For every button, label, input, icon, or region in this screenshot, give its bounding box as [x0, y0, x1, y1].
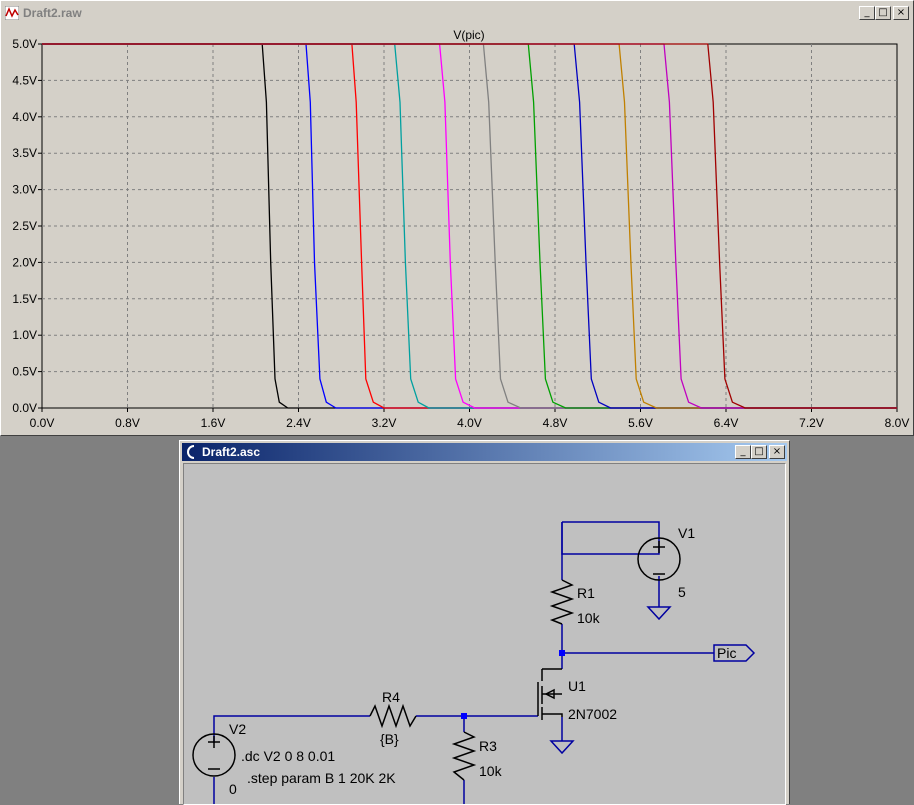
maximize-button[interactable]: □ — [751, 445, 767, 459]
x-tick-label: 2.4V — [286, 416, 311, 430]
x-tick-label: 0.8V — [115, 416, 140, 430]
y-tick-label: 1.0V — [12, 328, 37, 342]
waveform-plot[interactable]: V(pic) 0.0V 0.8V 1.6V 2.4V 3.2V 4.0V 4.8V 5.6V 6… — [1, 25, 913, 435]
u1-name[interactable]: U1 — [568, 678, 586, 694]
voltage-source-v1[interactable] — [637, 537, 681, 581]
y-tick-label: 2.5V — [12, 219, 37, 233]
plot-window-title: Draft2.raw — [23, 6, 82, 20]
u1-value[interactable]: 2N7002 — [568, 706, 617, 722]
maximize-button[interactable]: □ — [875, 6, 891, 20]
minimize-button[interactable]: _ — [735, 445, 751, 459]
ground-mosfet — [549, 740, 575, 755]
step-directive[interactable]: .step param B 1 20K 2K — [247, 770, 396, 786]
schematic-canvas[interactable]: V1 5 R1 10k U1 2N7002 R4 {B} R3 10k V2 0… — [183, 463, 786, 805]
y-tick-label: 5.0V — [12, 37, 37, 51]
waveform-app-icon — [5, 6, 19, 20]
schematic-window-title: Draft2.asc — [202, 445, 261, 459]
y-tick-label: 1.5V — [12, 292, 37, 306]
x-tick-label: 7.2V — [799, 416, 824, 430]
close-button[interactable]: × — [769, 445, 785, 459]
y-tick-label: 3.0V — [12, 183, 37, 197]
trace-label[interactable]: V(pic) — [453, 28, 484, 42]
y-tick-label: 0.0V — [12, 401, 37, 415]
y-tick-label: 3.5V — [12, 146, 37, 160]
v2-value[interactable]: 0 — [229, 781, 237, 797]
schematic-window-titlebar[interactable]: Draft2.asc — [182, 443, 787, 461]
x-tick-label: 4.8V — [543, 416, 568, 430]
y-tick-label: 4.5V — [12, 73, 37, 87]
junction-gate — [461, 713, 467, 719]
ground-v1 — [646, 606, 672, 621]
r3-name[interactable]: R3 — [479, 738, 497, 754]
x-tick-label: 8.0V — [885, 416, 910, 430]
voltage-source-v2[interactable] — [192, 733, 236, 777]
net-label-pic[interactable]: Pic — [717, 645, 736, 661]
y-tick-label: 4.0V — [12, 110, 37, 124]
plot-window-titlebar[interactable]: Draft2.raw — [3, 4, 911, 22]
resistor-r3[interactable] — [451, 731, 477, 781]
x-tick-label: 1.6V — [201, 416, 226, 430]
r3-value[interactable]: 10k — [479, 763, 503, 779]
schematic-window[interactable]: Draft2.asc _ □ × V1 5 R1 10k U1 2N7002 R… — [179, 440, 790, 805]
dc-directive[interactable]: .dc V2 0 8 0.01 — [241, 748, 335, 764]
v2-name[interactable]: V2 — [229, 721, 246, 737]
junction-drain — [559, 650, 565, 656]
x-tick-label: 4.0V — [457, 416, 482, 430]
resistor-r1[interactable] — [549, 579, 575, 625]
x-tick-label: 0.0V — [30, 416, 55, 430]
minimize-button[interactable]: _ — [859, 6, 875, 20]
v1-name[interactable]: V1 — [678, 525, 695, 541]
r1-value[interactable]: 10k — [577, 610, 601, 626]
x-tick-label: 3.2V — [372, 416, 397, 430]
schematic-app-icon — [184, 445, 198, 459]
mosfet-u1[interactable] — [537, 668, 563, 720]
x-tick-label: 5.6V — [628, 416, 653, 430]
y-tick-label: 2.0V — [12, 255, 37, 269]
plot-window[interactable]: Draft2.raw _ □ × V(pic) 0.0V 0.8V 1.6V 2.4V… — [0, 0, 914, 436]
r4-name[interactable]: R4 — [382, 689, 400, 705]
wire-v1-top[interactable] — [561, 521, 660, 555]
y-tick-label: 0.5V — [12, 365, 37, 379]
r4-value[interactable]: {B} — [380, 731, 399, 747]
close-button[interactable]: × — [893, 6, 909, 20]
v1-value[interactable]: 5 — [678, 584, 686, 600]
x-tick-label: 6.4V — [714, 416, 739, 430]
resistor-r4[interactable] — [369, 703, 417, 729]
r1-name[interactable]: R1 — [577, 585, 595, 601]
